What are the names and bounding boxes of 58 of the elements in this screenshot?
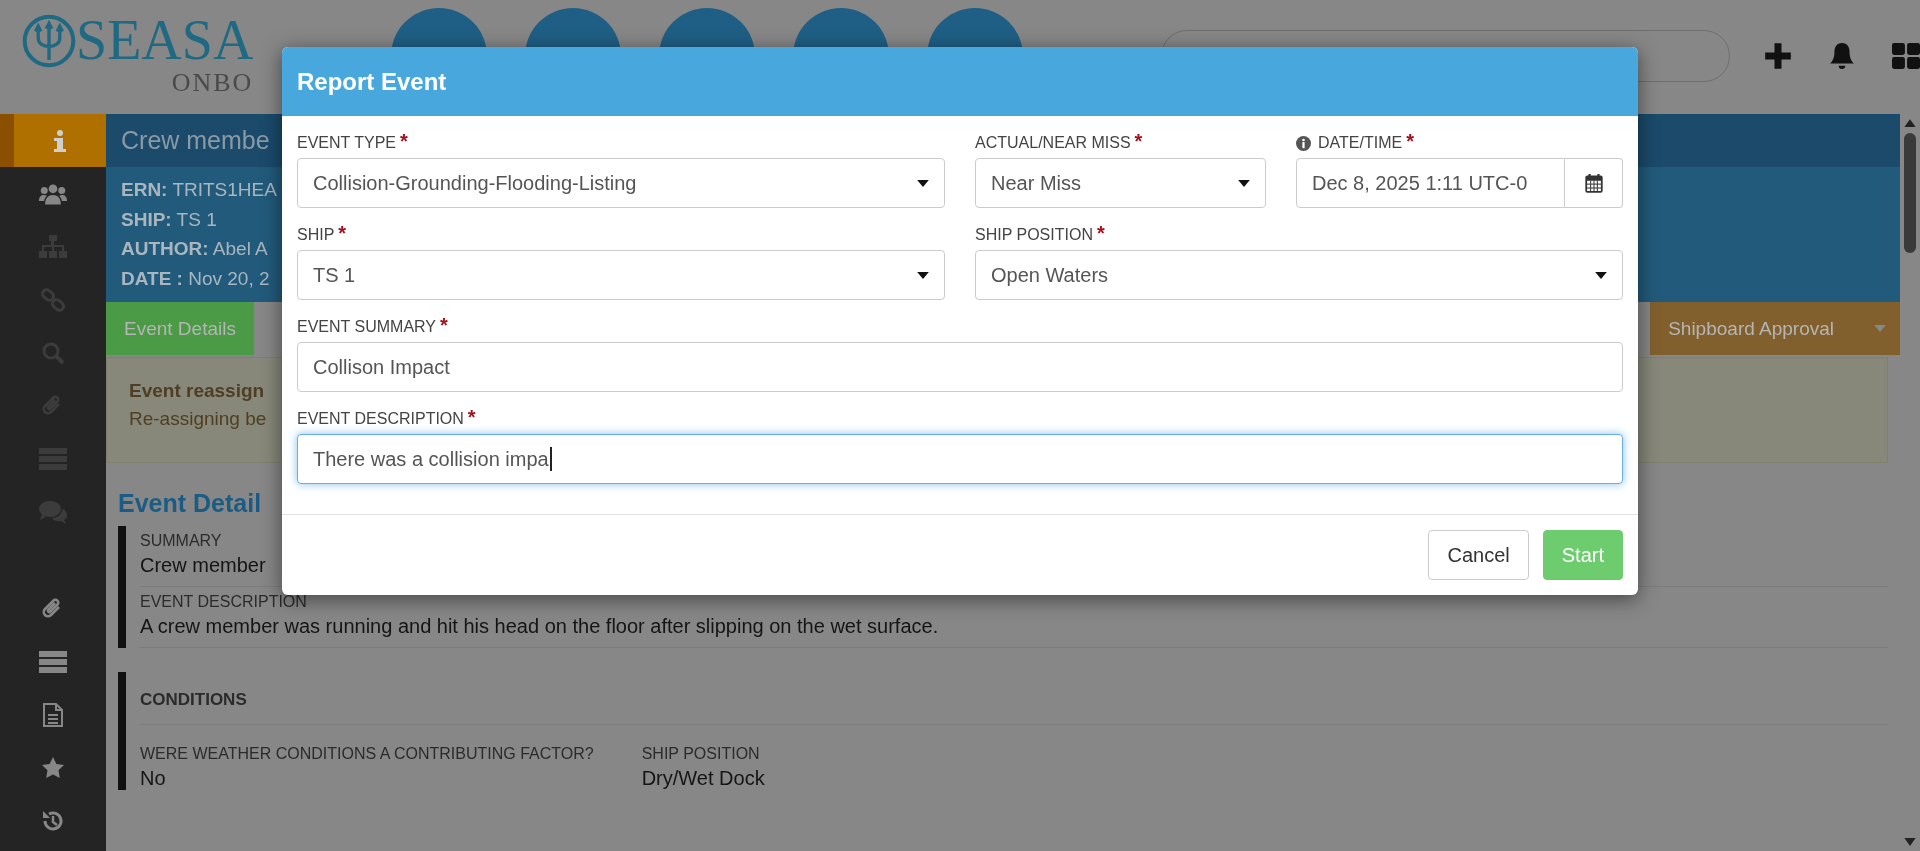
field-label: ACTUAL/NEAR MISS <box>975 133 1131 153</box>
field-label: EVENT DESCRIPTION <box>140 593 307 611</box>
grid-icon[interactable] <box>1892 42 1920 70</box>
field-label: SUMMARY <box>140 532 222 550</box>
info-line: ERN: TRITS1HEA <box>121 179 277 201</box>
field-label: DATE/TIME <box>1318 133 1403 153</box>
info-line: SHIP: TS 1 <box>121 208 217 231</box>
scroll-thumb[interactable] <box>1904 133 1916 253</box>
caret-icon <box>917 179 929 187</box>
caret-icon <box>1595 271 1607 279</box>
caret-icon <box>917 271 929 279</box>
field-value: Dry/Wet Dock <box>641 767 765 790</box>
required-mark: * <box>1406 132 1414 150</box>
field-label: WERE WEATHER CONDITIONS A CONTRIBUTING FACTOR? <box>140 745 594 763</box>
field-value: No <box>140 767 167 790</box>
field-label: EVENT SUMMARY <box>297 317 436 337</box>
logo-subtitle: ONBO <box>171 70 254 96</box>
required-mark: * <box>1134 132 1143 150</box>
field-value: A crew member was running and hit his head on the floor after slipping on the wet surface. <box>140 615 939 638</box>
caret-icon <box>1874 325 1886 332</box>
event-title: Crew membe <box>121 126 270 155</box>
field-value: Crew member <box>140 554 266 577</box>
info-line: AUTHOR: Abel A <box>121 238 268 261</box>
text-field[interactable]: Collison Impact <box>297 342 1623 392</box>
dropdown[interactable]: TS 1 <box>297 250 945 300</box>
required-mark: * <box>1096 224 1105 242</box>
required-mark: * <box>467 408 476 426</box>
field-label: SHIP POSITION <box>641 745 761 763</box>
cancel-button[interactable]: Cancel <box>1428 530 1529 580</box>
dialog-title: Report Event <box>297 67 447 96</box>
plus-icon[interactable] <box>1764 42 1792 70</box>
field-label: SHIP POSITION <box>975 225 1093 245</box>
bell-icon[interactable] <box>1828 42 1856 70</box>
required-mark: * <box>400 132 408 150</box>
logo-wordmark: SEASA <box>76 12 254 68</box>
required-mark: * <box>440 316 448 334</box>
dropdown[interactable]: Open Waters <box>975 250 1623 300</box>
sidebar-item[interactable] <box>0 114 106 167</box>
field-label: SHIP <box>297 225 335 245</box>
dropdown[interactable]: Collision-Grounding-Flooding-Listing <box>297 158 945 208</box>
calendar-button[interactable] <box>1565 158 1623 208</box>
text-field[interactable]: There was a collision impa <box>297 434 1623 484</box>
section-heading: Event Detail <box>118 489 262 518</box>
conditions-heading: CONDITIONS <box>140 690 247 710</box>
info-line: DATE : Nov 20, 2 <box>121 267 270 290</box>
scroll-up-icon[interactable] <box>1904 118 1916 127</box>
date-time-field[interactable]: Dec 8, 2025 1:11 UTC-0 <box>1296 158 1565 208</box>
dropdown[interactable]: Near Miss <box>975 158 1266 208</box>
calendar-icon <box>1584 173 1603 193</box>
trident-logo-icon <box>22 14 76 68</box>
required-mark: * <box>338 224 347 242</box>
alert-text: Re-assigning be <box>129 408 267 430</box>
alert-title: Event reassign <box>129 380 265 402</box>
scroll-down-icon[interactable] <box>1904 838 1916 847</box>
caret-icon <box>1238 179 1250 187</box>
field-label: EVENT DESCRIPTION <box>297 409 464 429</box>
field-label: EVENT TYPE <box>297 133 396 153</box>
info-circle-icon <box>1296 136 1311 151</box>
